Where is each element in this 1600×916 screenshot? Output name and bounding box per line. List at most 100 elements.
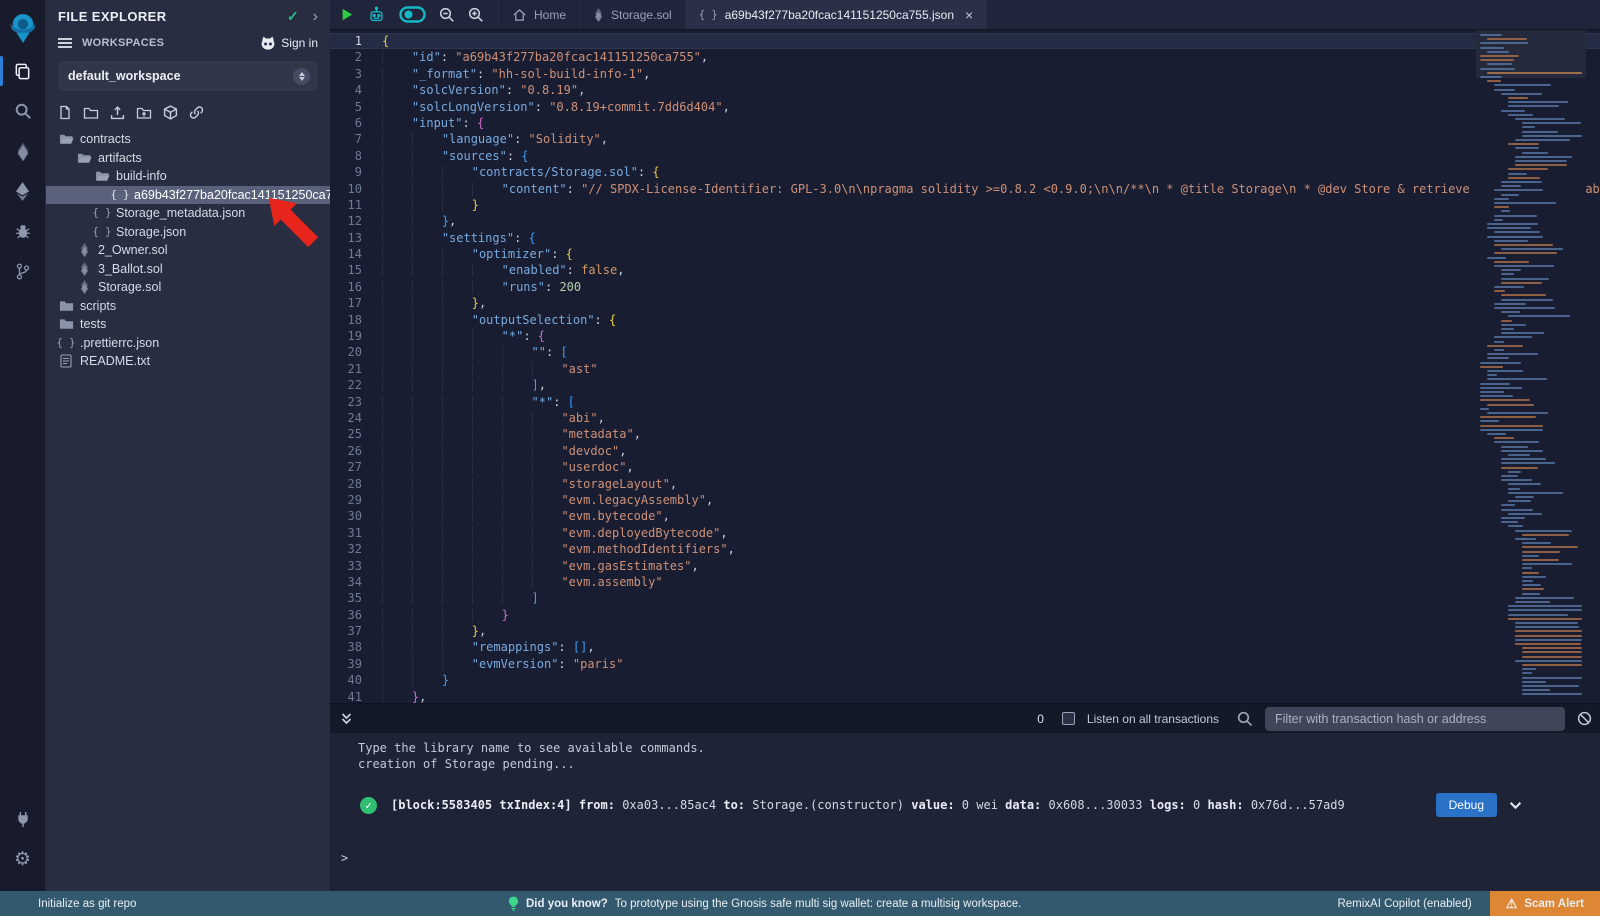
remix-logo-icon[interactable] <box>0 5 46 51</box>
plugin-manager-icon[interactable] <box>0 799 46 839</box>
tab-home[interactable]: Home <box>498 0 580 29</box>
zoom-out-icon[interactable] <box>439 7 455 23</box>
link-icon[interactable] <box>189 105 204 120</box>
minimap-slider[interactable] <box>1476 30 1586 78</box>
code-line[interactable]: 29 "evm.legacyAssembly", <box>330 492 1600 508</box>
code-line[interactable]: 16 "runs": 200 <box>330 279 1600 295</box>
code-line[interactable]: 36 } <box>330 607 1600 623</box>
ipfs-box-icon[interactable] <box>163 105 178 120</box>
code-line[interactable]: 11 } <box>330 197 1600 213</box>
listen-checkbox[interactable] <box>1062 712 1075 725</box>
code-line[interactable]: 38 "remappings": [], <box>330 639 1600 655</box>
code-line[interactable]: 27 "userdoc", <box>330 459 1600 475</box>
hamburger-menu-icon[interactable] <box>58 37 72 49</box>
code-line[interactable]: 35 ] <box>330 590 1600 606</box>
code-line[interactable]: 5 "solcLongVersion": "0.8.19+commit.7dd6… <box>330 99 1600 115</box>
code-line[interactable]: 14 "optimizer": { <box>330 246 1600 262</box>
code-line[interactable]: 25 "metadata", <box>330 426 1600 442</box>
code-line[interactable]: 31 "evm.deployedBytecode", <box>330 525 1600 541</box>
tree-item[interactable]: { }Storage.json <box>46 223 330 242</box>
code-line[interactable]: 34 "evm.assembly" <box>330 574 1600 590</box>
tree-item[interactable]: build-info <box>46 167 330 186</box>
settings-gear-icon[interactable]: ⚙ <box>0 839 46 879</box>
minimap-line <box>1494 206 1509 208</box>
code-line[interactable]: 26 "devdoc", <box>330 443 1600 459</box>
new-folder-icon[interactable] <box>83 106 99 120</box>
git-init-button[interactable]: Initialize as git repo <box>0 898 136 910</box>
solidity-compiler-icon[interactable] <box>0 131 46 171</box>
code-line[interactable]: 20 "": [ <box>330 344 1600 360</box>
deploy-and-run-icon[interactable] <box>0 171 46 211</box>
code-line[interactable]: 40 } <box>330 672 1600 688</box>
code-line[interactable]: 7 "language": "Solidity", <box>330 131 1600 147</box>
code-line[interactable]: 10 "content": "// SPDX-License-Identifie… <box>330 181 1600 197</box>
code-line[interactable]: 6 "input": { <box>330 115 1600 131</box>
code-line[interactable]: 13 "settings": { <box>330 230 1600 246</box>
code-line[interactable]: 39 "evmVersion": "paris" <box>330 656 1600 672</box>
workspace-select[interactable]: default_workspace <box>58 61 318 91</box>
code-line[interactable]: 23 "*": [ <box>330 394 1600 410</box>
debugger-icon[interactable] <box>0 211 46 251</box>
expand-tx-icon[interactable] <box>1509 801 1522 810</box>
code-line[interactable]: 33 "evm.gasEstimates", <box>330 558 1600 574</box>
toggle-icon[interactable] <box>399 6 426 23</box>
search-icon[interactable] <box>0 91 46 131</box>
code-line[interactable]: 15 "enabled": false, <box>330 262 1600 278</box>
code-line[interactable]: 2 "id": "a69b43f277ba20fcac141151250ca75… <box>330 49 1600 65</box>
tree-item[interactable]: 2_Owner.sol <box>46 241 330 260</box>
code-line[interactable]: 28 "storageLayout", <box>330 476 1600 492</box>
code-line[interactable]: 9 "contracts/Storage.sol": { <box>330 164 1600 180</box>
tx-filter-input[interactable] <box>1265 707 1565 731</box>
code-line[interactable]: 18 "outputSelection": { <box>330 312 1600 328</box>
file-explorer-icon[interactable] <box>0 51 46 91</box>
ai-robot-icon[interactable] <box>367 6 386 24</box>
tab-a69b43f277ba20fcac141151250ca755-json[interactable]: { }a69b43f277ba20fcac141151250ca755.json… <box>686 0 987 29</box>
tree-item[interactable]: tests <box>46 315 330 334</box>
code-line[interactable]: 24 "abi", <box>330 410 1600 426</box>
terminal-prompt[interactable]: > <box>341 851 348 865</box>
tree-item[interactable]: 3_Ballot.sol <box>46 260 330 279</box>
code-line[interactable]: 4 "solcVersion": "0.8.19", <box>330 82 1600 98</box>
scam-alert-button[interactable]: ⚠ Scam Alert <box>1490 891 1600 916</box>
indent-guide <box>472 182 502 196</box>
tree-item[interactable]: Storage.sol <box>46 278 330 297</box>
tree-item[interactable]: { }a69b43f277ba20fcac141151250ca7... <box>46 186 330 205</box>
tree-item[interactable]: { }.prettierrc.json <box>46 334 330 353</box>
indent-guide <box>472 460 502 474</box>
copilot-status[interactable]: RemixAI Copilot (enabled) <box>1337 898 1489 910</box>
code-line[interactable]: 3 "_format": "hh-sol-build-info-1", <box>330 66 1600 82</box>
new-file-icon[interactable] <box>58 105 72 120</box>
code-line[interactable]: 8 "sources": { <box>330 148 1600 164</box>
run-script-icon[interactable] <box>340 7 354 22</box>
code-line[interactable]: 1{ <box>330 33 1600 49</box>
code-line[interactable]: 37 }, <box>330 623 1600 639</box>
tree-item[interactable]: README.txt <box>46 352 330 371</box>
close-tab-icon[interactable]: × <box>965 7 973 23</box>
code-line[interactable]: 21 "ast" <box>330 361 1600 377</box>
tree-item[interactable]: contracts <box>46 130 330 149</box>
debug-button[interactable]: Debug <box>1436 793 1497 817</box>
code-line[interactable]: 41 }, <box>330 689 1600 703</box>
code-line[interactable]: 17 }, <box>330 295 1600 311</box>
tree-item[interactable]: scripts <box>46 297 330 316</box>
tab-storage-sol[interactable]: Storage.sol <box>580 0 686 29</box>
tree-item[interactable]: { }Storage_metadata.json <box>46 204 330 223</box>
code-editor[interactable]: 1{2 "id": "a69b43f277ba20fcac141151250ca… <box>330 30 1600 703</box>
sign-in-button[interactable]: Sign in <box>260 36 318 50</box>
clear-console-icon[interactable] <box>1577 711 1592 726</box>
minimap[interactable] <box>1476 30 1586 703</box>
code-line[interactable]: 19 "*": { <box>330 328 1600 344</box>
upload-file-icon[interactable] <box>110 105 125 120</box>
transaction-log-row[interactable]: ✓ [block:5583405 txIndex:4] from: 0xa03.… <box>330 791 1600 819</box>
upload-folder-icon[interactable] <box>136 106 152 120</box>
code-line[interactable]: 22 ], <box>330 377 1600 393</box>
code-line[interactable]: 12 }, <box>330 213 1600 229</box>
code-line[interactable]: 30 "evm.bytecode", <box>330 508 1600 524</box>
chevron-right-icon[interactable]: › <box>313 12 318 22</box>
zoom-in-icon[interactable] <box>468 7 484 23</box>
terminal[interactable]: Type the library name to see available c… <box>330 733 1600 891</box>
collapse-terminal-icon[interactable] <box>340 712 353 726</box>
code-line[interactable]: 32 "evm.methodIdentifiers", <box>330 541 1600 557</box>
git-icon[interactable] <box>0 251 46 291</box>
tree-item[interactable]: artifacts <box>46 149 330 168</box>
